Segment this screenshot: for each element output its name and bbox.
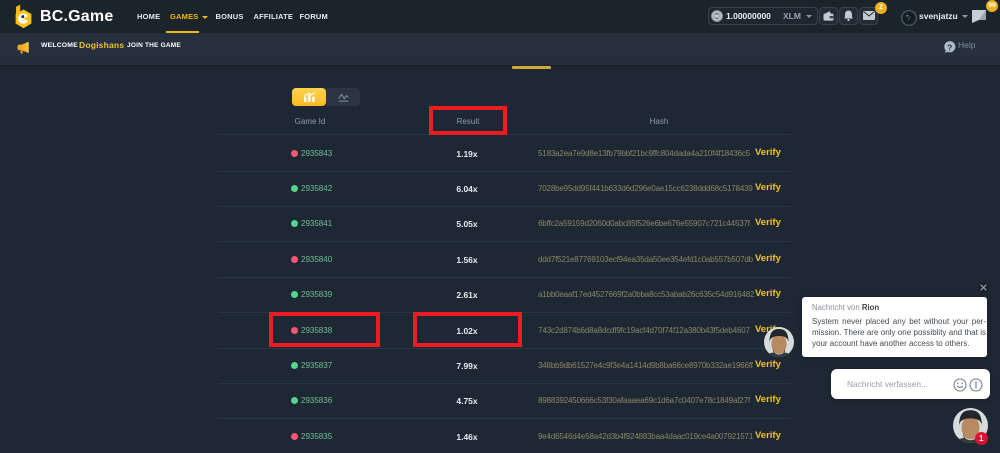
svg-text:?: ?	[947, 43, 952, 53]
